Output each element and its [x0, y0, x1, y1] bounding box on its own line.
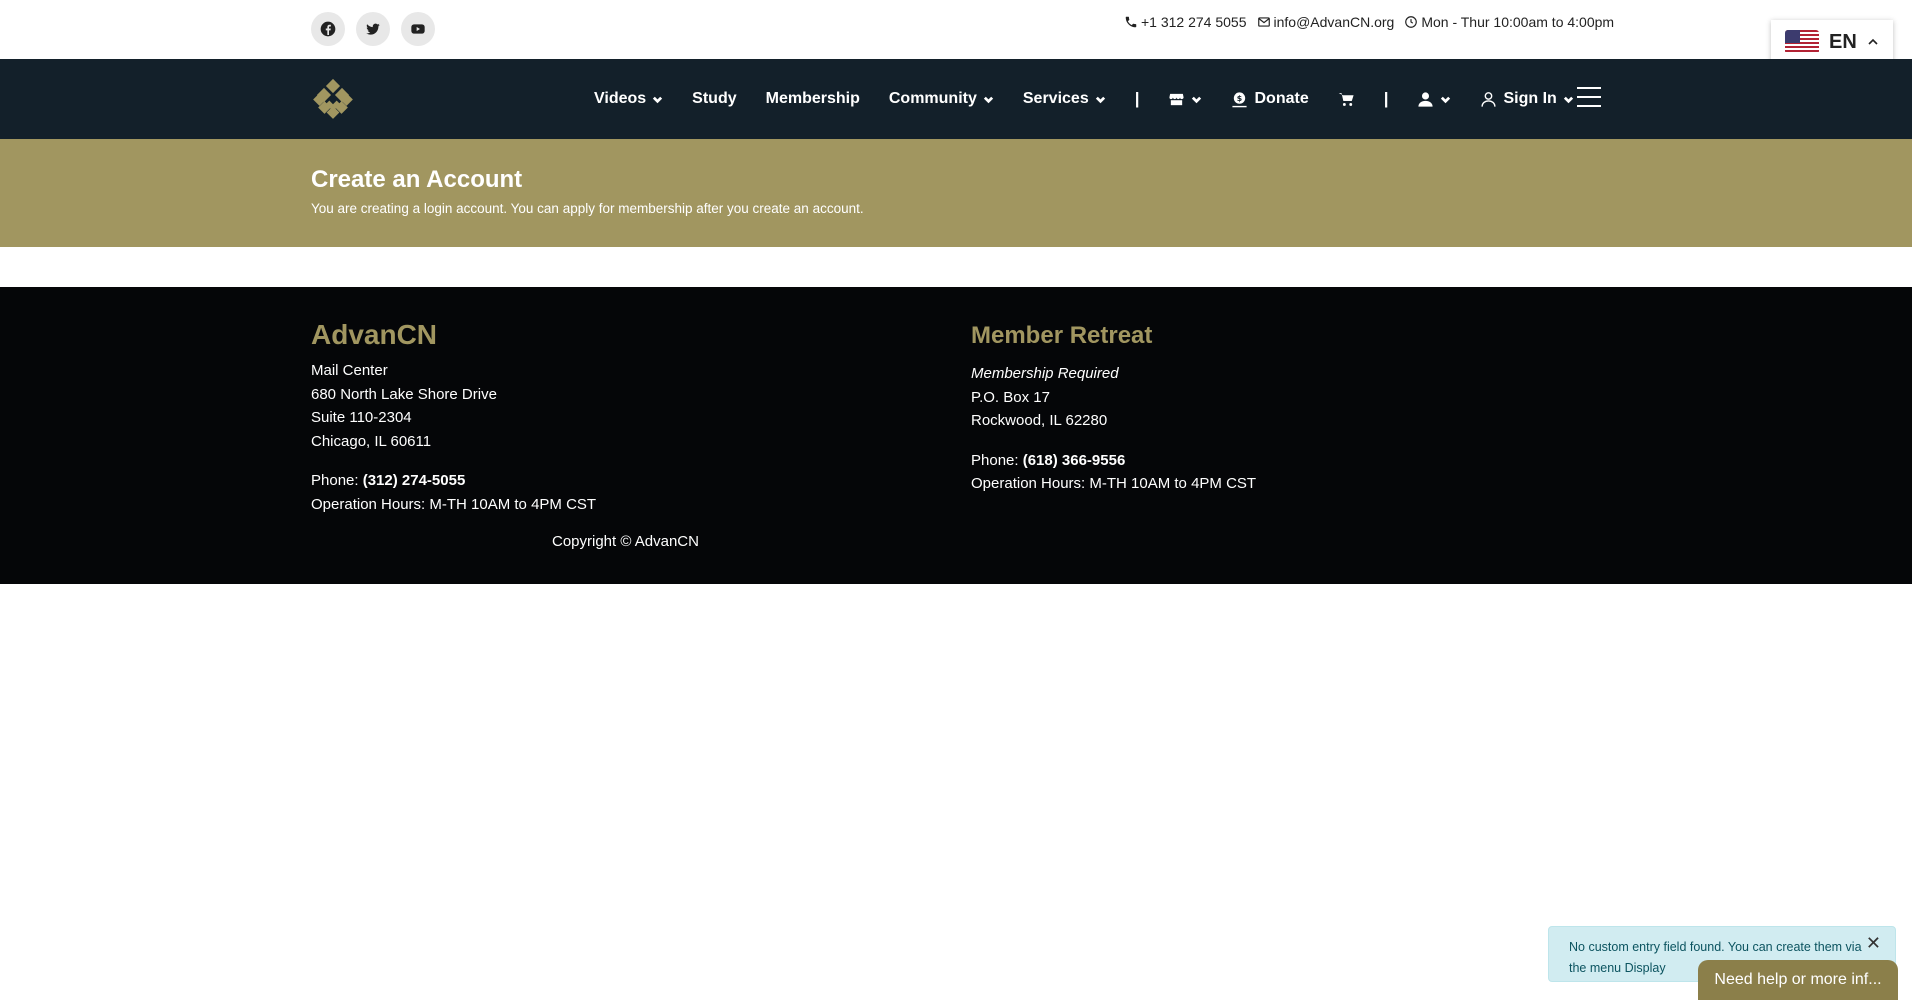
top-bar: +1 312 274 5055 info@AdvanCN.org Mon - T… [0, 0, 1912, 59]
footer-left-phone-row: Phone: (312) 274-5055 [311, 469, 596, 493]
contact-info: +1 312 274 5055 info@AdvanCN.org Mon - T… [1124, 14, 1614, 30]
nav-membership[interactable]: Membership [766, 90, 860, 108]
nav-study-label: Study [692, 90, 737, 107]
nav-separator: | [1134, 89, 1140, 108]
contact-hours: Mon - Thur 10:00am to 4:00pm [1404, 14, 1614, 30]
footer-right-title: Member Retreat [971, 322, 1153, 349]
us-flag-icon [1785, 30, 1819, 54]
footer-left-line4: Chicago, IL 60611 [311, 432, 432, 450]
page-title: Create an Account [311, 166, 523, 193]
footer-col-advancn: AdvanCN Mail Center 680 North Lake Shore… [311, 319, 596, 516]
youtube-link[interactable] [401, 12, 435, 46]
footer: AdvanCN Mail Center 680 North Lake Shore… [0, 287, 1912, 584]
nav-sign-in-label: Sign In [1503, 90, 1557, 107]
language-switcher[interactable]: EN [1771, 20, 1893, 64]
footer-left-phone-label: Phone: [311, 472, 363, 489]
nav-videos[interactable]: Videos [594, 90, 663, 108]
facebook-icon [320, 21, 336, 37]
page-subtitle: You are creating a login account. You ca… [311, 201, 864, 216]
twitter-link[interactable] [356, 12, 390, 46]
nav-membership-label: Membership [765, 90, 860, 107]
facebook-link[interactable] [311, 12, 345, 46]
nav-sign-in[interactable]: Sign In [1480, 90, 1573, 108]
envelope-icon [1257, 17, 1270, 27]
hours-text: Mon - Thur 10:00am to 4:00pm [1421, 14, 1615, 30]
nav-menu: Videos Study Membership Community Servic… [594, 59, 1574, 139]
nav-separator-2: | [1383, 89, 1389, 108]
phone-text: +1 312 274 5055 [1141, 14, 1247, 30]
contact-email[interactable]: info@AdvanCN.org [1257, 14, 1395, 30]
footer-left-phone[interactable]: (312) 274-5055 [363, 472, 466, 489]
footer-col-member-retreat: Member Retreat Membership Required P.O. … [971, 319, 1256, 496]
help-button[interactable]: Need help or more inf... [1698, 960, 1898, 1000]
twitter-icon [366, 23, 380, 35]
nav-services[interactable]: Services [1023, 90, 1106, 108]
email-text: info@AdvanCN.org [1273, 14, 1395, 30]
footer-right-line1: P.O. Box 17 [971, 388, 1050, 406]
user-outline-icon [1481, 91, 1497, 107]
nav-donate-label: Donate [1254, 90, 1309, 107]
donate-icon: $ [1232, 91, 1248, 107]
contact-phone[interactable]: +1 312 274 5055 [1124, 14, 1247, 30]
nav-cart[interactable] [1338, 91, 1355, 108]
nav-study[interactable]: Study [692, 90, 736, 108]
nav-donate[interactable]: $ Donate [1231, 90, 1309, 108]
nav-store[interactable] [1168, 91, 1202, 108]
main-navbar: Videos Study Membership Community Servic… [0, 59, 1912, 139]
logo-icon[interactable] [311, 78, 355, 122]
footer-left-line3: Suite 110-2304 [311, 409, 412, 426]
nav-user-menu[interactable] [1417, 91, 1451, 108]
phone-icon [1125, 16, 1137, 28]
page-header: Create an Account You are creating a log… [0, 139, 1912, 247]
close-icon[interactable]: ✕ [1866, 933, 1881, 954]
footer-left-hours: Operation Hours: M-TH 10AM to 4PM CST [311, 495, 597, 513]
chevron-down-icon [1563, 96, 1573, 103]
footer-left-title: AdvanCN [311, 319, 438, 350]
footer-right-note: Membership Required [971, 365, 1119, 382]
cart-icon [1338, 92, 1354, 106]
youtube-icon [411, 24, 425, 34]
clock-icon [1405, 16, 1418, 28]
user-icon [1418, 91, 1434, 107]
footer-right-line2: Rockwood, IL 62280 [971, 412, 1108, 429]
chevron-down-icon [1441, 96, 1451, 103]
chevron-up-icon [1868, 38, 1878, 45]
chevron-down-icon [1192, 96, 1202, 103]
chevron-down-icon [983, 96, 994, 103]
social-links [311, 12, 435, 46]
chevron-down-icon [1095, 96, 1105, 103]
store-icon [1169, 93, 1185, 105]
footer-right-phone-row: Phone: (618) 366-9556 [971, 449, 1256, 473]
nav-services-label: Services [1022, 90, 1089, 107]
footer-right-phone-label: Phone: [971, 451, 1023, 469]
nav-community[interactable]: Community [889, 90, 994, 108]
footer-left-line2: 680 North Lake Shore Drive [311, 385, 497, 403]
language-code: EN [1829, 30, 1857, 53]
footer-right-hours: Operation Hours: M-TH 10AM to 4PM CST [971, 475, 1257, 492]
footer-left-line1: Mail Center [311, 362, 388, 379]
hamburger-menu-icon[interactable] [1577, 87, 1601, 107]
chevron-down-icon [653, 96, 663, 103]
svg-text:$: $ [1237, 93, 1242, 102]
footer-right-phone[interactable]: (618) 366-9556 [1023, 452, 1126, 469]
nav-videos-label: Videos [594, 90, 647, 107]
copyright: Copyright © AdvanCN [552, 533, 699, 550]
nav-community-label: Community [888, 90, 977, 107]
